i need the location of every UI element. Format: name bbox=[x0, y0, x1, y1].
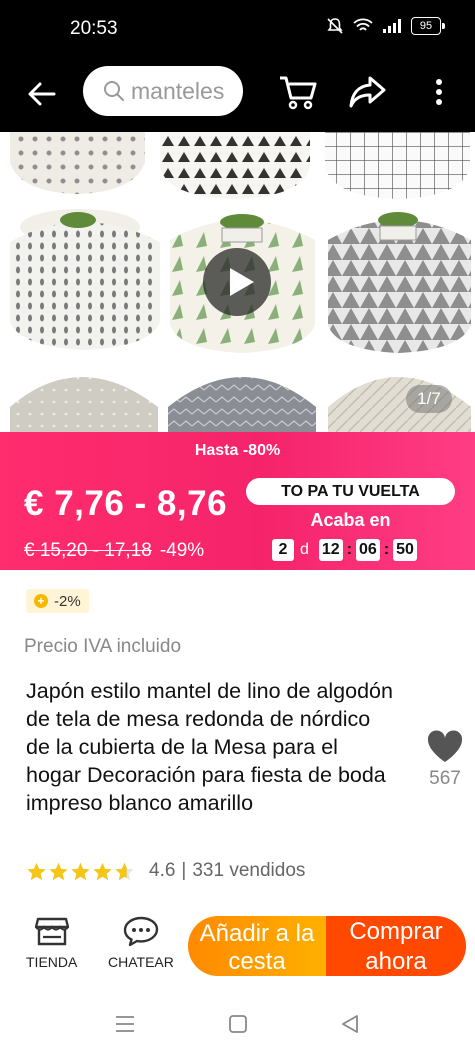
top-bar: manteles bbox=[0, 60, 475, 132]
signal-icon bbox=[383, 19, 401, 33]
rating-row[interactable]: 4.6 | 331 vendidos bbox=[26, 860, 305, 882]
home-icon[interactable] bbox=[227, 1013, 249, 1035]
status-time: 20:53 bbox=[70, 18, 118, 39]
add-to-cart-button[interactable]: Añadir a la cesta bbox=[188, 916, 326, 976]
deal-label: Hasta -80% bbox=[194, 442, 281, 459]
store-label: TIENDA bbox=[26, 954, 78, 970]
half-star-icon bbox=[115, 862, 134, 880]
cta-group: Añadir a la cesta Comprar ahora bbox=[188, 916, 466, 976]
favorites-count: 567 bbox=[429, 768, 461, 789]
bottom-action-bar: TIENDA CHATEAR Añadir a la cesta Comprar… bbox=[0, 905, 475, 995]
product-title: Japón estilo mantel de lino de algodón d… bbox=[26, 679, 393, 815]
coupon-label: -2% bbox=[54, 592, 81, 610]
countdown-day-unit: d bbox=[300, 541, 309, 558]
star-icon bbox=[71, 862, 90, 880]
chat-label: CHATEAR bbox=[108, 954, 174, 970]
cart-icon[interactable] bbox=[278, 72, 318, 112]
menu-icon[interactable] bbox=[114, 1014, 136, 1034]
star-icon bbox=[27, 862, 46, 880]
more-options-icon[interactable] bbox=[430, 76, 448, 112]
play-video-button[interactable] bbox=[203, 248, 271, 316]
original-price-row: € 15,20 - 17,18 -49% bbox=[24, 540, 204, 562]
chat-icon bbox=[123, 916, 159, 947]
promo-banner: Hasta -80% € 7,76 - 8,76 € 15,20 - 17,18… bbox=[0, 432, 475, 570]
chat-button[interactable]: CHATEAR bbox=[108, 915, 174, 970]
ends-label: Acaba en bbox=[310, 510, 391, 530]
status-icons: 95 bbox=[326, 17, 445, 35]
countdown-hours: 12 bbox=[318, 539, 343, 561]
rating-separator: | bbox=[181, 860, 187, 881]
share-icon[interactable] bbox=[348, 74, 388, 110]
heart-icon[interactable] bbox=[425, 728, 465, 764]
countdown-timer: 2 d 12 : 06 : 50 bbox=[272, 539, 417, 561]
search-input[interactable]: manteles bbox=[83, 66, 243, 116]
star-icon bbox=[49, 862, 68, 880]
coin-icon: + bbox=[34, 594, 48, 608]
mute-bell-icon bbox=[327, 18, 343, 34]
search-icon bbox=[104, 81, 124, 101]
gallery-counter: 1/7 bbox=[406, 385, 452, 413]
back-triangle-icon[interactable] bbox=[339, 1013, 361, 1035]
store-icon bbox=[34, 917, 69, 946]
coupon-tag[interactable]: + -2% bbox=[26, 589, 89, 613]
discount-percent: -49% bbox=[159, 540, 205, 561]
search-query: manteles bbox=[131, 77, 225, 104]
back-arrow-icon[interactable] bbox=[24, 76, 60, 112]
store-button[interactable]: TIENDA bbox=[26, 915, 77, 970]
campaign-badge[interactable]: TO PA TU VUELTA bbox=[246, 478, 455, 505]
status-bar: 20:53 95 bbox=[0, 0, 475, 60]
sold-count: 331 vendidos bbox=[192, 860, 306, 881]
rating-score: 4.6 bbox=[149, 860, 176, 881]
battery-icon: 95 bbox=[411, 17, 445, 35]
countdown-seconds: 50 bbox=[393, 539, 417, 561]
buy-now-button[interactable]: Comprar ahora bbox=[326, 916, 466, 976]
wifi-icon bbox=[353, 18, 373, 31]
countdown-days: 2 bbox=[272, 539, 294, 561]
countdown-minutes: 06 bbox=[356, 539, 380, 561]
sale-price: € 7,76 - 8,76 bbox=[24, 484, 228, 523]
star-icon bbox=[93, 862, 112, 880]
rating-stars bbox=[26, 861, 135, 882]
vat-note: Precio IVA incluido bbox=[24, 636, 182, 657]
product-gallery[interactable]: 1/7 bbox=[0, 132, 475, 432]
system-nav-bar bbox=[0, 995, 475, 1056]
original-price: € 15,20 - 17,18 bbox=[24, 540, 152, 561]
